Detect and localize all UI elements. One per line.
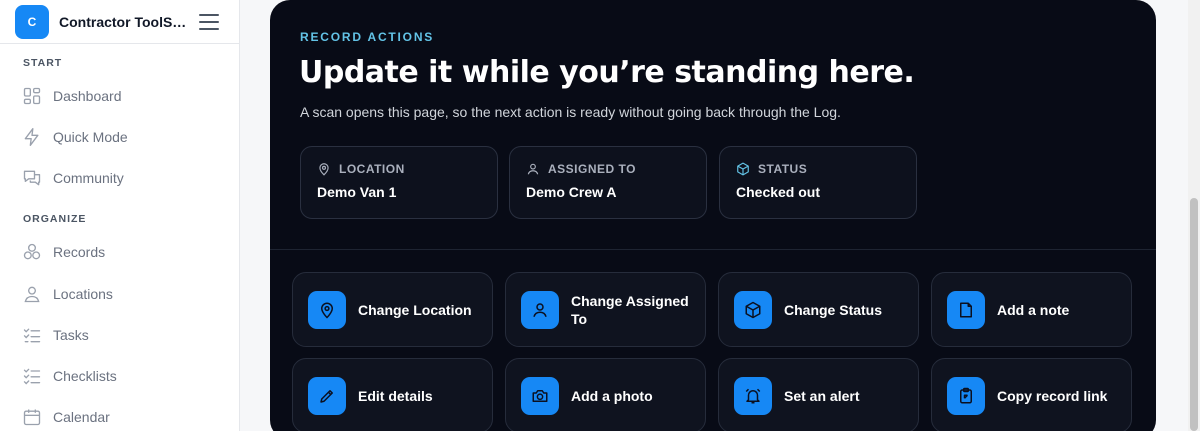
info-card-location: LOCATION Demo Van 1 xyxy=(300,146,498,219)
tasks-icon xyxy=(23,328,41,343)
action-label: Add a note xyxy=(997,301,1070,318)
sidebar-item-label: Locations xyxy=(53,286,113,302)
checklist-icon xyxy=(23,368,41,385)
page-scrollbar[interactable] xyxy=(1188,0,1200,431)
user-icon xyxy=(527,163,539,175)
pencil-icon xyxy=(320,389,333,403)
sidebar-item-tasks[interactable]: Tasks xyxy=(0,317,239,353)
sidebar-item-label: Dashboard xyxy=(53,88,122,104)
sidebar-item-label: Records xyxy=(53,244,106,260)
sidebar-item-community[interactable]: Community xyxy=(0,160,239,196)
note-icon xyxy=(960,302,972,317)
section-title-start: START xyxy=(23,57,63,69)
brand-bar: C Contractor ToolS… xyxy=(0,0,239,44)
sidebar-item-label: Checklists xyxy=(53,368,117,384)
add-note-button[interactable]: Add a note xyxy=(931,272,1132,347)
info-label: ASSIGNED TO xyxy=(548,162,636,176)
change-status-button[interactable]: Change Status xyxy=(718,272,919,347)
info-card-status: STATUS Checked out xyxy=(719,146,917,219)
sidebar-item-label: Quick Mode xyxy=(53,129,128,145)
user-icon xyxy=(533,302,547,317)
sidebar-item-label: Community xyxy=(53,170,124,186)
calendar-icon xyxy=(23,409,41,426)
change-assigned-to-button[interactable]: Change Assigned To xyxy=(505,272,706,347)
sidebar-item-label: Calendar xyxy=(53,409,110,425)
add-photo-button[interactable]: Add a photo xyxy=(505,358,706,431)
sidebar-item-records[interactable]: Records xyxy=(0,234,239,270)
page-subtitle: A scan opens this page, so the next acti… xyxy=(300,104,841,120)
page-title: Update it while you’re standing here. xyxy=(299,55,915,90)
info-value: Checked out xyxy=(736,184,821,200)
info-label: LOCATION xyxy=(339,162,405,176)
sidebar-item-calendar[interactable]: Calendar xyxy=(0,399,239,431)
box-icon xyxy=(737,162,749,176)
record-actions-panel: RECORD ACTIONS Update it while you’re st… xyxy=(270,0,1156,431)
map-pin-icon xyxy=(320,302,334,319)
action-label: Edit details xyxy=(358,387,433,404)
sidebar-item-locations[interactable]: Locations xyxy=(0,276,239,312)
scrollbar-thumb[interactable] xyxy=(1190,198,1198,431)
box-icon xyxy=(745,301,761,318)
action-label: Change Assigned To xyxy=(571,292,689,327)
alarm-icon xyxy=(745,388,761,403)
dashboard-icon xyxy=(23,87,41,105)
lightning-icon xyxy=(24,127,39,146)
action-label: Change Status xyxy=(784,301,883,318)
action-label: Add a photo xyxy=(571,387,653,404)
sidebar-item-quick-mode[interactable]: Quick Mode xyxy=(0,119,239,155)
info-value: Demo Van 1 xyxy=(317,184,397,200)
map-pin-icon xyxy=(319,163,329,176)
section-title-organize: ORGANIZE xyxy=(23,213,87,225)
sidebar-item-label: Tasks xyxy=(53,327,89,343)
sidebar-item-dashboard[interactable]: Dashboard xyxy=(0,78,239,114)
clipboard-icon xyxy=(960,387,972,403)
set-alert-button[interactable]: Set an alert xyxy=(718,358,919,431)
action-label: Set an alert xyxy=(784,387,860,404)
chat-icon xyxy=(23,170,41,186)
brand-name[interactable]: Contractor ToolS… xyxy=(59,14,187,30)
menu-toggle-icon[interactable] xyxy=(199,13,219,30)
copy-record-link-button[interactable]: Copy record link xyxy=(931,358,1132,431)
edit-details-button[interactable]: Edit details xyxy=(292,358,493,431)
action-label: Change Location xyxy=(358,301,472,318)
change-location-button[interactable]: Change Location xyxy=(292,272,493,347)
boxes-icon xyxy=(23,243,41,260)
brand-logo[interactable]: C xyxy=(15,4,49,39)
info-label: STATUS xyxy=(758,162,808,176)
info-value: Demo Crew A xyxy=(526,184,617,200)
section-eyebrow: RECORD ACTIONS xyxy=(300,30,435,44)
camera-icon xyxy=(532,389,548,402)
location-person-icon xyxy=(24,286,40,303)
action-label: Copy record link xyxy=(997,387,1108,404)
divider xyxy=(270,249,1156,250)
info-card-assigned-to: ASSIGNED TO Demo Crew A xyxy=(509,146,707,219)
sidebar: C Contractor ToolS… START Dashboard Quic… xyxy=(0,0,240,431)
sidebar-item-checklists[interactable]: Checklists xyxy=(0,358,239,394)
